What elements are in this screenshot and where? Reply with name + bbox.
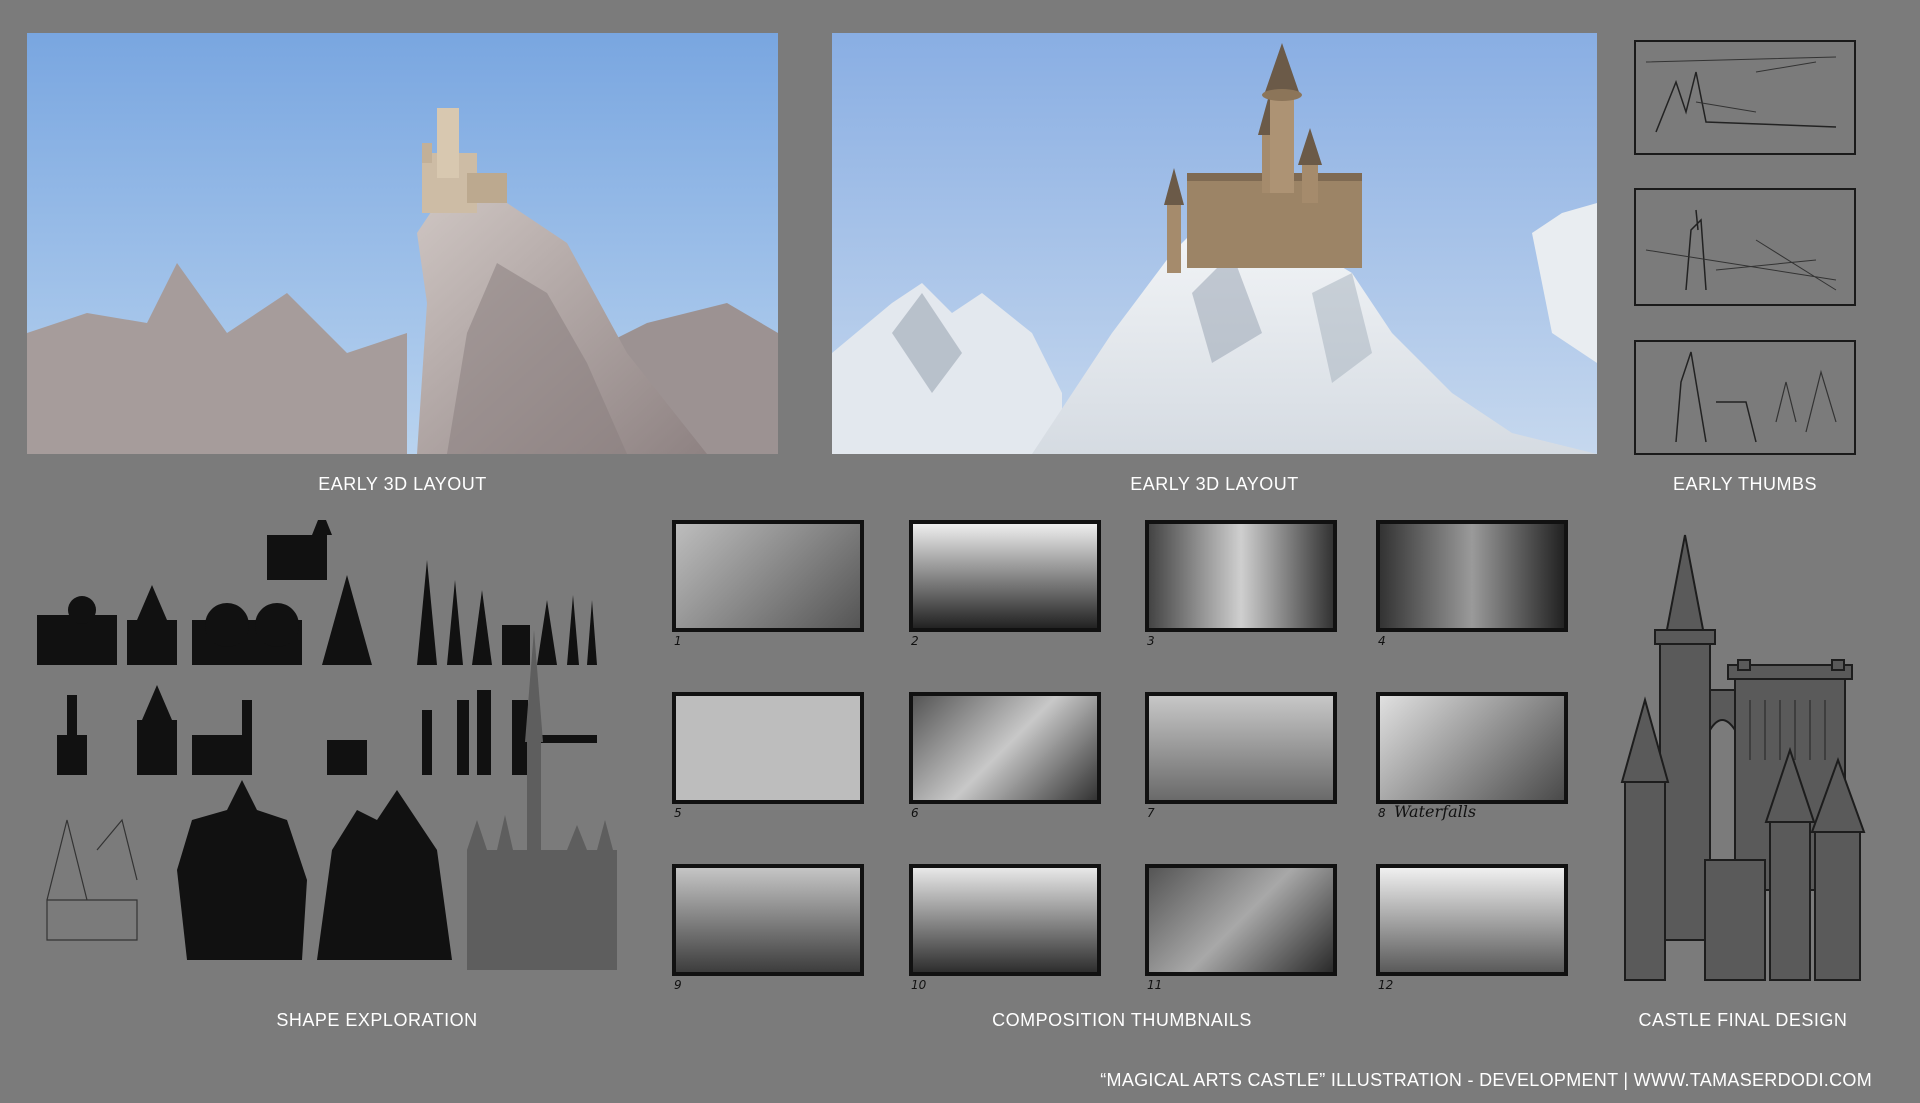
composition-thumbnail — [909, 864, 1101, 976]
thumbnail-number: 10 — [911, 978, 927, 992]
thumbnail-number: 9 — [674, 978, 682, 992]
thumbnail-number: 6 — [911, 806, 919, 820]
castle-final-design-drawing — [1610, 530, 1870, 1000]
thumbnail-number: 1 — [674, 634, 682, 648]
thumbnail-number: 4 — [1378, 634, 1386, 648]
caption-shape-exploration: SHAPE EXPLORATION — [276, 1010, 478, 1030]
caption-early-3d-layout-left: EARLY 3D LAYOUT — [318, 474, 487, 494]
thumbnail-number: 12 — [1378, 978, 1394, 992]
caption-early-thumbs: EARLY THUMBS — [1672, 474, 1818, 494]
composition-thumbnail — [909, 520, 1101, 632]
composition-thumbnail — [1376, 520, 1568, 632]
composition-thumbnail — [1145, 520, 1337, 632]
early-thumb-sketch — [1634, 40, 1856, 155]
caption-composition-thumbnails: COMPOSITION THUMBNAILS — [992, 1010, 1252, 1030]
composition-thumbnail — [909, 692, 1101, 804]
thumbnail-number: 3 — [1147, 634, 1155, 648]
caption-early-3d-layout-right: EARLY 3D LAYOUT — [1130, 474, 1299, 494]
composition-thumbnail — [1145, 692, 1337, 804]
thumbnail-number: 8 — [1378, 806, 1386, 820]
caption-castle-final-design: CASTLE FINAL DESIGN — [1638, 1010, 1848, 1030]
thumbnail-number: 5 — [674, 806, 682, 820]
early-3d-layout-left-render — [27, 33, 778, 454]
composition-thumbnail — [672, 864, 864, 976]
early-thumb-sketch — [1634, 188, 1856, 306]
footer-credit: “MAGICAL ARTS CASTLE” ILLUSTRATION - DEV… — [1100, 1070, 1872, 1090]
composition-thumbnail — [1145, 864, 1337, 976]
early-thumbs-column — [1634, 40, 1856, 480]
thumbnail-note-waterfalls: Waterfalls — [1394, 802, 1477, 821]
thumbnail-number: 2 — [911, 634, 919, 648]
composition-thumbnails-grid: 1 2 3 4 5 6 7 8 Waterfalls 9 10 11 12 — [672, 520, 1572, 992]
composition-thumbnail — [1376, 692, 1568, 804]
composition-thumbnail — [672, 692, 864, 804]
early-thumb-sketch — [1634, 340, 1856, 455]
composition-thumbnail — [1376, 864, 1568, 976]
shape-exploration-area — [27, 520, 647, 990]
composition-thumbnail — [672, 520, 864, 632]
thumbnail-number: 7 — [1147, 806, 1155, 820]
early-3d-layout-right-render — [832, 33, 1597, 454]
thumbnail-number: 11 — [1147, 978, 1163, 992]
